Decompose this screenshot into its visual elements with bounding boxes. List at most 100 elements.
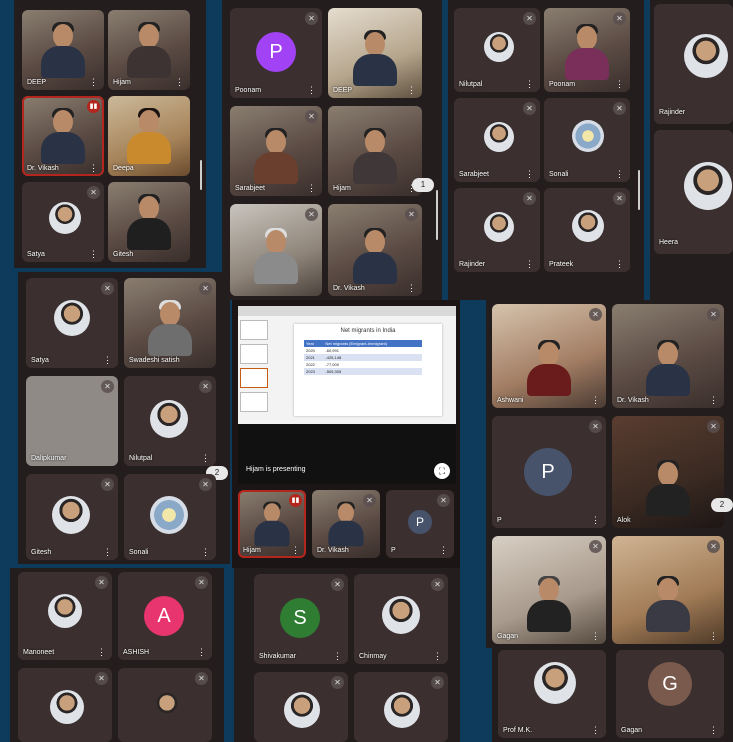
participant-tile[interactable]: DEEP ⋮ — [22, 10, 104, 90]
more-options-icon[interactable]: ⋮ — [89, 164, 98, 173]
more-options-icon[interactable]: ⋮ — [89, 250, 98, 259]
participant-tile[interactable]: ✕ — [18, 668, 112, 742]
participant-tile[interactable]: P ✕ Poonam ⋮ — [230, 8, 322, 98]
presentation-panel: Net migrants in India Year Net migrants (… — [232, 300, 460, 568]
participant-tile[interactable]: ✕ — [230, 204, 322, 296]
more-options-icon[interactable]: ⋮ — [307, 184, 316, 193]
mic-off-icon: ✕ — [95, 576, 108, 589]
speaking-indicator-icon: ▮▮ — [87, 100, 100, 113]
participant-tile[interactable]: ✕ Nilutpal ⋮ — [124, 376, 216, 466]
slide-thumbnails — [240, 320, 270, 420]
more-options-icon[interactable]: ⋮ — [197, 648, 206, 657]
participant-tile[interactable]: ✕ Gagan ⋮ — [492, 536, 606, 644]
more-options-icon[interactable]: ⋮ — [201, 454, 210, 463]
participant-name: Nilutpal — [129, 455, 153, 462]
participant-tile[interactable]: Heera — [654, 130, 733, 254]
more-options-icon[interactable]: ⋮ — [103, 356, 112, 365]
more-options-icon[interactable]: ⋮ — [433, 652, 442, 661]
participant-tile[interactable]: ✕ Alok — [612, 416, 724, 528]
page-badge[interactable]: 2 — [711, 498, 733, 512]
participant-tile[interactable]: ✕ ⋮ — [612, 536, 724, 644]
more-options-icon[interactable]: ⋮ — [201, 548, 210, 557]
participant-tile[interactable]: ✕ Sonali ⋮ — [124, 474, 216, 560]
participant-tile[interactable]: ✕ Sarabjeet ⋮ — [454, 98, 540, 182]
more-options-icon[interactable]: ⋮ — [615, 260, 624, 269]
more-options-icon[interactable]: ⋮ — [525, 170, 534, 179]
more-options-icon[interactable]: ⋮ — [525, 260, 534, 269]
participant-tile[interactable]: ✕ Sarabjeet ⋮ — [230, 106, 322, 196]
more-options-icon[interactable]: ⋮ — [591, 516, 600, 525]
participant-tile[interactable]: ✕ Dalipkumar — [26, 376, 118, 466]
participant-tile[interactable]: ▮▮ Dr. Vikash ⋮ — [22, 96, 104, 176]
fullscreen-icon[interactable]: ⛶ — [434, 463, 450, 479]
participant-tile[interactable]: Prof M.K. ⋮ — [498, 650, 606, 738]
participant-tile[interactable]: ✕ — [254, 672, 348, 742]
more-options-icon[interactable]: ⋮ — [407, 284, 416, 293]
participant-tile[interactable]: Hijam ⋮ — [108, 10, 190, 90]
participant-tile[interactable]: Deepa — [108, 96, 190, 176]
meeting-grid-e: ✕ Satya ⋮ ✕ Swadeshi satish ✕ Dalipkumar… — [18, 272, 230, 564]
participant-tile[interactable]: Gitesh — [108, 182, 190, 262]
more-options-icon[interactable]: ⋮ — [615, 170, 624, 179]
more-options-icon[interactable]: ⋮ — [97, 648, 106, 657]
mic-off-icon: ✕ — [523, 102, 536, 115]
participant-tile[interactable]: Rajinder — [654, 4, 733, 124]
participant-tile[interactable]: ▮▮ Hijam ⋮ — [238, 490, 306, 558]
more-options-icon[interactable]: ⋮ — [175, 78, 184, 87]
scrollbar[interactable] — [436, 190, 438, 240]
participant-tile[interactable]: ✕ Ashwani ⋮ — [492, 304, 606, 408]
participant-tile[interactable]: ✕ Dr. Vikash ⋮ — [612, 304, 724, 408]
more-options-icon[interactable]: ⋮ — [333, 652, 342, 661]
participant-name: Manoneet — [23, 649, 55, 656]
more-options-icon[interactable]: ⋮ — [709, 726, 718, 735]
more-options-icon[interactable]: ⋮ — [439, 546, 448, 555]
more-options-icon[interactable]: ⋮ — [591, 632, 600, 641]
more-options-icon[interactable]: ⋮ — [291, 546, 300, 555]
participant-tile[interactable]: ✕ Swadeshi satish — [124, 278, 216, 368]
page-badge[interactable]: 1 — [412, 178, 434, 192]
participant-name: DEEP — [27, 79, 47, 86]
mic-off-icon: ✕ — [523, 192, 536, 205]
participant-name: Sonali — [549, 171, 569, 178]
more-options-icon[interactable]: ⋮ — [615, 80, 624, 89]
participant-tile[interactable]: ✕ — [118, 668, 212, 742]
participant-tile[interactable]: ✕ Nilutpal ⋮ — [454, 8, 540, 92]
participant-tile[interactable]: ✕ — [354, 672, 448, 742]
participant-name: Dr. Vikash — [317, 547, 349, 554]
participant-tile[interactable]: ✕ Poonam ⋮ — [544, 8, 630, 92]
participant-tile[interactable]: Hijam ⋮ — [328, 106, 422, 196]
more-options-icon[interactable]: ⋮ — [591, 726, 600, 735]
participant-tile[interactable]: ✕ Dr. Vikash — [312, 490, 380, 558]
participant-tile[interactable]: S ✕ Shivakumar ⋮ — [254, 574, 348, 664]
participant-name: Hijam — [243, 547, 261, 554]
more-options-icon[interactable]: ⋮ — [307, 86, 316, 95]
participant-name: Shivakumar — [259, 653, 296, 660]
shared-screen[interactable]: Net migrants in India Year Net migrants (… — [238, 306, 456, 484]
participant-tile[interactable]: P ✕ P ⋮ — [492, 416, 606, 528]
scrollbar[interactable] — [200, 160, 202, 190]
more-options-icon[interactable]: ⋮ — [709, 396, 718, 405]
more-options-icon[interactable]: ⋮ — [103, 548, 112, 557]
more-options-icon[interactable]: ⋮ — [89, 78, 98, 87]
participant-name: ASHISH — [123, 649, 150, 656]
participant-tile[interactable]: ✕ Chinmay ⋮ — [354, 574, 448, 664]
participant-tile[interactable]: DEEP ⋮ — [328, 8, 422, 98]
participant-tile[interactable]: P ✕ P ⋮ — [386, 490, 454, 558]
more-options-icon[interactable]: ⋮ — [591, 396, 600, 405]
participant-tile[interactable]: ✕ Satya ⋮ — [22, 182, 104, 262]
participant-tile[interactable]: ✕ Satya ⋮ — [26, 278, 118, 368]
scrollbar[interactable] — [638, 170, 640, 210]
participant-name: P — [497, 517, 502, 524]
presenting-label: Hijam is presenting — [246, 466, 306, 473]
more-options-icon[interactable]: ⋮ — [407, 86, 416, 95]
participant-tile[interactable]: ✕ Sonali ⋮ — [544, 98, 630, 182]
participant-tile[interactable]: ✕ Manoneet ⋮ — [18, 572, 112, 660]
participant-tile[interactable]: G Gagan ⋮ — [616, 650, 724, 738]
more-options-icon[interactable]: ⋮ — [709, 632, 718, 641]
participant-tile[interactable]: ✕ Prateek ⋮ — [544, 188, 630, 272]
participant-tile[interactable]: ✕ Gitesh ⋮ — [26, 474, 118, 560]
participant-tile[interactable]: ✕ Dr. Vikash ⋮ — [328, 204, 422, 296]
participant-tile[interactable]: ✕ Rajinder ⋮ — [454, 188, 540, 272]
participant-tile[interactable]: A ✕ ASHISH ⋮ — [118, 572, 212, 660]
more-options-icon[interactable]: ⋮ — [525, 80, 534, 89]
